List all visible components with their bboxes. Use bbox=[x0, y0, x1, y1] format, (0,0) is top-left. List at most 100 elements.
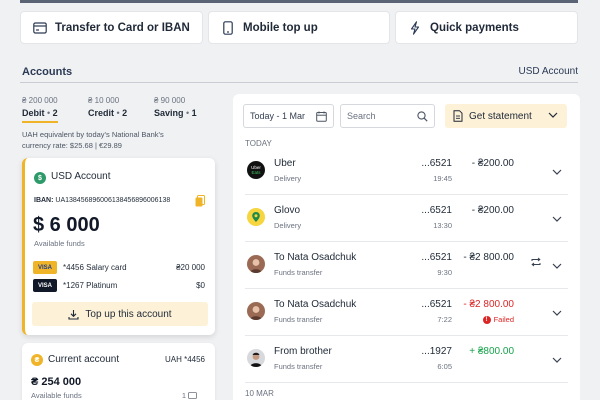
transaction-amount: - ₴200.00 bbox=[471, 158, 514, 169]
transaction-category: Funds transfer bbox=[274, 268, 323, 277]
dollar-coin-icon: $ bbox=[34, 172, 46, 184]
transfer-label: Transfer to Card or IBAN bbox=[55, 21, 190, 34]
balance-caption: Available funds bbox=[31, 391, 82, 400]
tab-saving[interactable]: Saving • 1 bbox=[154, 108, 197, 118]
day-label: 10 MAR bbox=[245, 389, 274, 398]
cards-count-value: 1 bbox=[181, 391, 186, 400]
transaction-category: Delivery bbox=[274, 221, 302, 230]
transaction-row[interactable]: From brother Funds transfer ...1927 6:05… bbox=[233, 336, 580, 383]
transaction-time: 9:30 bbox=[437, 268, 452, 277]
transaction-time: 6:05 bbox=[437, 362, 452, 371]
repeat-icon[interactable] bbox=[530, 255, 542, 267]
quick-payments-button[interactable]: Quick payments bbox=[395, 11, 578, 44]
transaction-card: ...1927 bbox=[421, 346, 452, 357]
chevron-down-icon[interactable] bbox=[552, 304, 562, 316]
transaction-row[interactable]: Glovo Delivery ...6521 13:30 - ₴200.00 bbox=[233, 195, 580, 242]
account-name: USD Account bbox=[51, 171, 111, 182]
iban-value: UA138456896006138456896006138 bbox=[55, 197, 171, 204]
rate-line-2: currency rate: $25.68 | €29.89 bbox=[22, 141, 122, 150]
transaction-name: From brother bbox=[274, 346, 332, 357]
credit-count: 2 bbox=[122, 108, 128, 118]
lightning-icon bbox=[408, 20, 422, 35]
iban-row: IBAN: UA138456896006138456896006138 bbox=[34, 197, 170, 204]
phone-icon bbox=[221, 20, 235, 35]
transaction-time: 7:22 bbox=[437, 315, 452, 324]
search-input[interactable]: Search bbox=[340, 104, 435, 128]
saving-count: 1 bbox=[191, 108, 197, 118]
get-statement-button[interactable]: Get statement bbox=[445, 104, 567, 128]
credit-amount: ₴ 10 000 bbox=[88, 96, 120, 105]
date-filter[interactable]: Today - 1 Mar bbox=[243, 104, 334, 128]
transaction-category: Funds transfer bbox=[274, 362, 323, 371]
document-icon bbox=[453, 110, 463, 122]
saving-amount: ₴ 90 000 bbox=[154, 96, 186, 105]
glovo-logo bbox=[247, 208, 265, 226]
download-icon bbox=[68, 309, 79, 320]
transfer-button[interactable]: Transfer to Card or IBAN bbox=[20, 11, 203, 44]
hryvnia-coin-icon: ₴ bbox=[31, 354, 43, 366]
copy-icon[interactable] bbox=[195, 194, 205, 207]
transaction-category: Funds transfer bbox=[274, 315, 323, 324]
tab-debit[interactable]: Debit • 2 bbox=[22, 108, 58, 118]
day-label: TODAY bbox=[245, 139, 272, 148]
transaction-name: To Nata Osadchuk bbox=[274, 252, 357, 263]
top-up-label: Top up this account bbox=[85, 308, 172, 320]
top-up-button[interactable]: Top up this account bbox=[32, 302, 208, 326]
chevron-down-icon bbox=[548, 112, 558, 119]
avatar bbox=[247, 349, 265, 367]
transaction-card: ...6521 bbox=[421, 158, 452, 169]
mobile-topup-button[interactable]: Mobile top up bbox=[208, 11, 390, 44]
card-number[interactable]: *4456 Salary card bbox=[63, 263, 127, 272]
transaction-time: 19:45 bbox=[433, 174, 452, 183]
calendar-icon bbox=[316, 111, 327, 122]
transaction-amount: - ₴2 800.00 bbox=[463, 299, 514, 310]
search-icon bbox=[417, 111, 428, 122]
card-amount: ₴20 000 bbox=[176, 263, 205, 272]
avatar bbox=[247, 302, 265, 320]
current-account-card[interactable]: ₴ Current account UAH *4456 ₴ 254 000 Av… bbox=[22, 343, 215, 400]
chevron-down-icon[interactable] bbox=[552, 351, 562, 363]
transaction-amount: - ₴2 800.00 bbox=[463, 252, 514, 263]
debit-amount: ₴ 200 000 bbox=[22, 96, 58, 105]
rate-note: UAH equivalent by today's National Bank'… bbox=[22, 129, 222, 151]
currency-switch[interactable]: USD Account bbox=[519, 66, 578, 77]
iban-label: IBAN: bbox=[34, 197, 54, 204]
account-number: UAH *4456 bbox=[164, 355, 205, 364]
card-icon bbox=[33, 21, 47, 35]
date-filter-label: Today - 1 Mar bbox=[250, 111, 306, 121]
chevron-down-icon[interactable] bbox=[552, 257, 562, 269]
top-divider bbox=[20, 0, 578, 3]
chevron-down-icon[interactable] bbox=[552, 210, 562, 222]
debit-count: 2 bbox=[52, 108, 58, 118]
visa-card-icon: VISA bbox=[33, 279, 57, 292]
failed-status: ! Failed bbox=[482, 315, 514, 324]
transaction-amount: - ₴200.00 bbox=[471, 205, 514, 216]
card-amount: $0 bbox=[196, 281, 205, 290]
transaction-time: 13:30 bbox=[433, 221, 452, 230]
search-placeholder: Search bbox=[347, 111, 376, 121]
quick-payments-label: Quick payments bbox=[430, 21, 519, 34]
transactions-panel: Today - 1 Mar Search Get statement TODAY… bbox=[233, 94, 580, 400]
tab-credit[interactable]: Credit • 2 bbox=[88, 108, 127, 118]
account-balance: ₴ 254 000 bbox=[31, 376, 82, 388]
chevron-down-icon[interactable] bbox=[552, 163, 562, 175]
transaction-row[interactable]: To Nata Osadchuk Funds transfer ...6521 … bbox=[233, 289, 580, 336]
transaction-category: Delivery bbox=[274, 174, 302, 183]
usd-account-card[interactable]: $ USD Account IBAN: UA138456896006138456… bbox=[22, 158, 215, 335]
transaction-card: ...6521 bbox=[421, 252, 452, 263]
transaction-amount: + ₴800.00 bbox=[469, 346, 514, 357]
transaction-row[interactable]: Uber Eats Uber Delivery ...6521 19:45 - ₴… bbox=[233, 148, 580, 195]
card-stack-icon bbox=[188, 392, 197, 399]
card-number[interactable]: *1267 Platinum bbox=[63, 281, 117, 290]
svg-text:Eats: Eats bbox=[251, 170, 261, 175]
transaction-name: To Nata Osadchuk bbox=[274, 299, 357, 310]
balance-caption: Available funds bbox=[34, 239, 85, 248]
failed-label: Failed bbox=[493, 315, 514, 324]
rate-line-1: UAH equivalent by today's National Bank'… bbox=[22, 130, 164, 139]
error-icon: ! bbox=[482, 315, 491, 324]
transaction-name: Uber bbox=[274, 158, 296, 169]
avatar bbox=[247, 255, 265, 273]
mobile-topup-label: Mobile top up bbox=[243, 21, 318, 34]
transaction-row[interactable]: To Nata Osadchuk Funds transfer ...6521 … bbox=[233, 242, 580, 289]
transaction-name: Glovo bbox=[274, 205, 301, 216]
